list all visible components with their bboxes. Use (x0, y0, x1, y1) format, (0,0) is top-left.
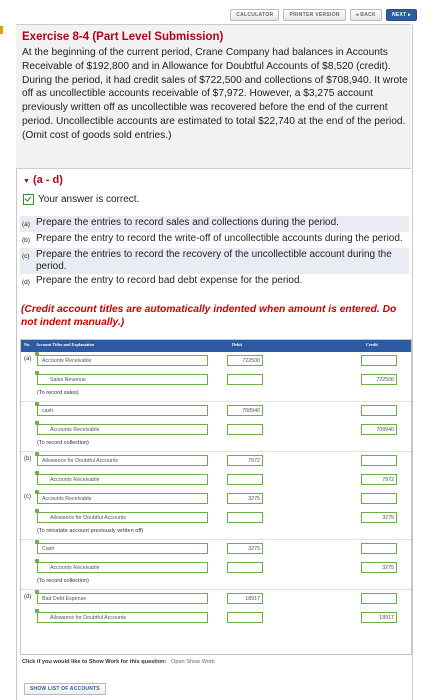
top-navigation: CALCULATOR PRINTER VERSION ◂ BACK NEXT ▸ (230, 9, 417, 21)
credit-amount-field[interactable]: 18917 (361, 612, 397, 623)
debit-amount-field[interactable]: 722500 (227, 355, 263, 366)
debit-amount-field[interactable] (227, 562, 263, 573)
account-title-field[interactable]: Accounts Receivable (37, 355, 208, 366)
header-no: No. (24, 342, 31, 347)
account-title-field[interactable]: Bad Debt Expense (37, 593, 208, 604)
credit-amount-field[interactable]: 3275 (361, 512, 397, 523)
correct-status: Your answer is correct. (23, 194, 139, 205)
account-title-field[interactable]: Accounts Receivable (37, 493, 208, 504)
credit-amount-field[interactable] (361, 543, 397, 554)
show-list-of-accounts-button[interactable]: SHOW LIST OF ACCOUNTS (24, 683, 106, 695)
credit-amount-field[interactable]: 3275 (361, 562, 397, 573)
credit-amount-field[interactable] (361, 593, 397, 604)
credit-amount-field[interactable] (361, 455, 397, 466)
next-button[interactable]: NEXT ▸ (385, 9, 417, 21)
credit-amount-field[interactable]: 7972 (361, 474, 397, 485)
debit-amount-field[interactable] (227, 474, 263, 485)
account-title-field[interactable]: cash (37, 405, 208, 416)
account-title-field[interactable]: Allowance for Doubtful Accounts (37, 455, 208, 466)
open-show-work-link[interactable]: Open Show Work (171, 659, 215, 665)
row-separator (21, 539, 411, 540)
part-label: (c) (24, 494, 31, 500)
part-d: (d) Prepare the entry to record bad debt … (22, 275, 303, 286)
credit-amount-field[interactable] (361, 355, 397, 366)
part-label: (a) (24, 356, 32, 362)
credit-amount-field[interactable]: 708940 (361, 424, 397, 435)
debit-amount-field[interactable] (227, 512, 263, 523)
exercise-title: Exercise 8-4 (Part Level Submission) (22, 31, 224, 43)
debit-amount-field[interactable] (227, 374, 263, 385)
checkmark-icon (23, 194, 34, 205)
account-title-field[interactable]: Allowance for Doubtful Accounts (37, 612, 208, 623)
entry-explanation: (To record sales) (37, 390, 79, 396)
debit-amount-field[interactable]: 3275 (227, 493, 263, 504)
part-c: (c) Prepare the entries to record the rec… (20, 248, 409, 274)
entry-explanation: (To record collection) (37, 440, 89, 446)
row-separator (21, 589, 411, 590)
debit-amount-field[interactable]: 3275 (227, 543, 263, 554)
part-label: (b) (24, 456, 32, 462)
debit-amount-field[interactable] (227, 424, 263, 435)
row-separator (21, 401, 411, 402)
account-title-field[interactable]: Sales Revenue (37, 374, 208, 385)
part-label: (d) (24, 594, 32, 600)
credit-amount-field[interactable] (361, 493, 397, 504)
debit-amount-field[interactable] (227, 612, 263, 623)
header-credit: Credit (366, 342, 378, 347)
printer-version-button[interactable]: PRINTER VERSION (283, 9, 346, 21)
indentation-note: (Credit account titles are automatically… (21, 304, 397, 328)
section-label: (a - d) (32, 174, 63, 186)
header-account: Account Titles and Explanation (36, 342, 94, 347)
section-toggle[interactable]: ▼ (a - d) (23, 174, 63, 186)
table-header: No. Account Titles and Explanation Debit… (21, 340, 411, 352)
account-title-field[interactable]: Allowance for Doubtful Accounts (37, 512, 208, 523)
account-title-field[interactable]: Accounts Receivable (37, 562, 208, 573)
correct-message: Your answer is correct. (38, 194, 140, 205)
calculator-button[interactable]: CALCULATOR (230, 9, 280, 21)
debit-amount-field[interactable]: 708940 (227, 405, 263, 416)
exercise-description: At the beginning of the current period, … (22, 47, 408, 141)
part-instructions: (a) Prepare the entries to record sales a… (20, 216, 409, 290)
credit-amount-field[interactable]: 722500 (361, 374, 397, 385)
account-title-field[interactable]: Accounts Receivable (37, 474, 208, 485)
question-marker (0, 26, 3, 34)
journal-entry-table: No. Account Titles and Explanation Debit… (20, 339, 412, 655)
row-separator (21, 451, 411, 452)
account-title-field[interactable]: Accounts Receivable (37, 424, 208, 435)
header-debit: Debit (232, 342, 243, 347)
show-work-prompt: Click if you would like to Show Work for… (22, 659, 215, 665)
part-b: (b) Prepare the entry to record the write… (22, 233, 403, 244)
credit-amount-field[interactable] (361, 405, 397, 416)
debit-amount-field[interactable]: 7972 (227, 455, 263, 466)
collapse-triangle-icon: ▼ (23, 178, 30, 185)
entry-explanation: (To reinstate account previously written… (37, 528, 144, 534)
account-title-field[interactable]: Cash (37, 543, 208, 554)
back-button[interactable]: ◂ BACK (349, 9, 382, 21)
entry-explanation: (To record collection) (37, 578, 89, 584)
debit-amount-field[interactable]: 18917 (227, 593, 263, 604)
part-a: (a) Prepare the entries to record sales a… (20, 216, 409, 232)
